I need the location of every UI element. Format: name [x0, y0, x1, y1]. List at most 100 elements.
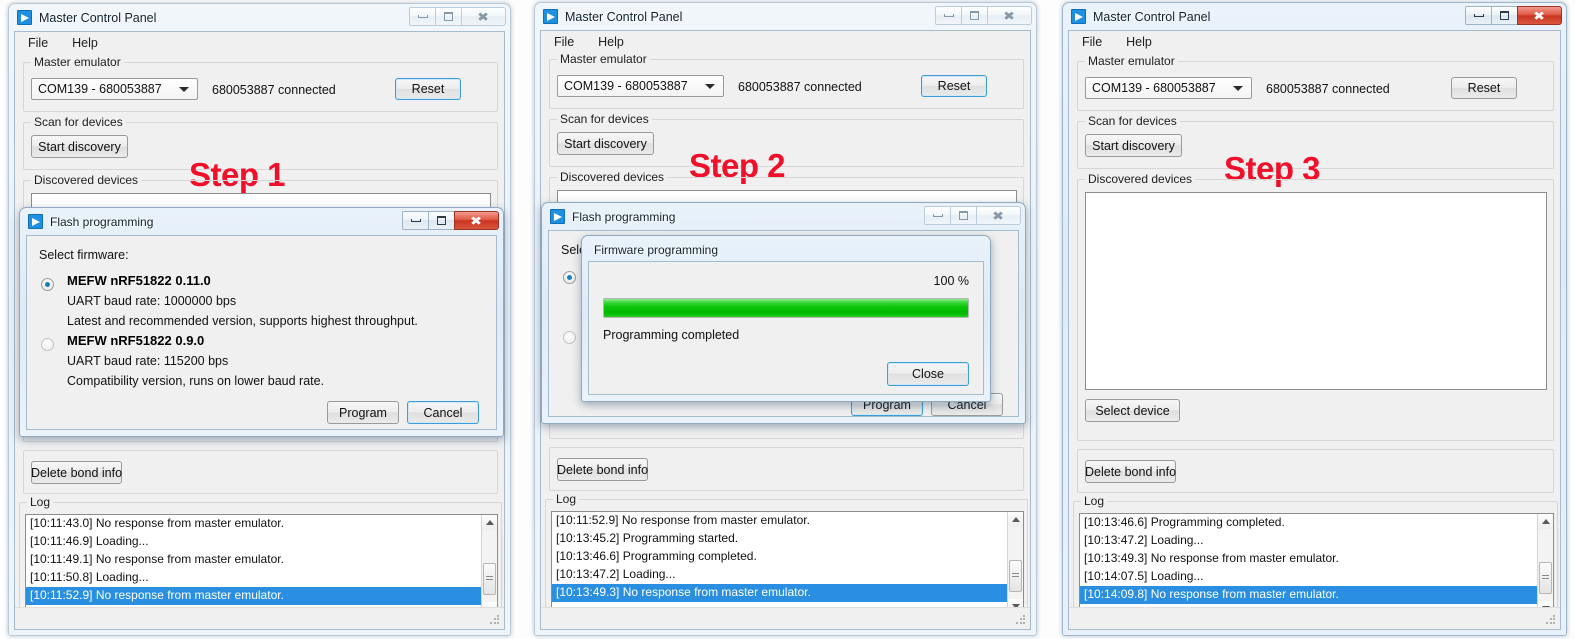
- menu-help[interactable]: Help: [69, 34, 101, 52]
- group-master-emulator-1: Master emulator COM139 - 680053887 68005…: [23, 55, 498, 112]
- connected-status-text: 680053887 connected: [738, 80, 862, 94]
- menu-file[interactable]: File: [551, 33, 577, 51]
- firmware-dialog-client: 100 % Programming completed Close: [588, 261, 984, 395]
- firmware-radio-0[interactable]: [41, 278, 54, 291]
- minimize-button[interactable]: [924, 206, 951, 225]
- scroll-up-icon[interactable]: [1538, 514, 1553, 529]
- log-row[interactable]: [10:11:52.9] No response from master emu…: [552, 512, 1023, 530]
- delete-bond-info-button[interactable]: Delete bond info: [1085, 460, 1176, 483]
- programming-status-text: Programming completed: [603, 328, 740, 342]
- log-list-1[interactable]: [10:11:43.0] No response from master emu…: [25, 514, 498, 618]
- log-row[interactable]: [10:13:46.6] Programming completed.: [552, 548, 1023, 566]
- com-port-combobox[interactable]: COM139 - 680053887: [31, 78, 198, 100]
- firmware-note-0: Latest and recommended version, supports…: [67, 314, 418, 328]
- log-row-selected[interactable]: [10:13:49.3] No response from master emu…: [552, 584, 1023, 602]
- menubar-1: File Help: [15, 32, 504, 54]
- master-control-panel-window-1[interactable]: Master Control Panel ✖ File Help Master …: [8, 3, 511, 636]
- log-row[interactable]: [10:13:45.2] Programming started.: [552, 530, 1023, 548]
- minimize-button[interactable]: [935, 6, 962, 25]
- discovered-devices-list-3[interactable]: [1085, 192, 1547, 390]
- maximize-button[interactable]: [961, 6, 988, 25]
- scroll-up-icon[interactable]: [1008, 512, 1023, 527]
- scrollbar-thumb[interactable]: [483, 563, 496, 595]
- close-button[interactable]: ✖: [461, 7, 506, 26]
- log-scrollbar-2[interactable]: [1007, 512, 1023, 614]
- log-row[interactable]: [10:13:47.2] Loading...: [1080, 532, 1553, 550]
- program-button[interactable]: Program: [327, 401, 399, 424]
- group-label-discovered: Discovered devices: [31, 173, 142, 187]
- log-row[interactable]: [10:13:47.2] Loading...: [552, 566, 1023, 584]
- start-discovery-button[interactable]: Start discovery: [1085, 134, 1182, 157]
- resize-grip-icon[interactable]: [1545, 614, 1557, 626]
- firmware-radio-0[interactable]: [563, 271, 576, 284]
- com-port-combobox[interactable]: COM139 - 680053887: [1085, 77, 1252, 99]
- log-scrollbar-1[interactable]: [481, 515, 497, 617]
- flash-programming-dialog-1[interactable]: Flash programming ✖ Select firmware: MEF…: [19, 207, 504, 437]
- client-area-3: File Help Master emulator COM139 - 68005…: [1068, 30, 1561, 630]
- menu-help[interactable]: Help: [1123, 33, 1155, 51]
- close-button[interactable]: ✖: [987, 6, 1032, 25]
- titlebar-3[interactable]: Master Control Panel ✖: [1063, 3, 1566, 30]
- log-list-3[interactable]: [10:13:46.6] Programming completed. [10:…: [1079, 513, 1554, 617]
- cancel-button[interactable]: Cancel: [407, 401, 479, 424]
- group-bond-3: Delete bond info: [1077, 449, 1554, 493]
- close-button[interactable]: ✖: [1517, 6, 1562, 25]
- maximize-button[interactable]: [1491, 6, 1518, 25]
- maximize-button[interactable]: [428, 211, 455, 230]
- flash-dialog-titlebar[interactable]: Flash programming ✖: [20, 208, 503, 235]
- flash-dialog-window-controls: ✖: [402, 211, 499, 230]
- start-discovery-button[interactable]: Start discovery: [557, 132, 654, 155]
- close-button[interactable]: ✖: [454, 211, 499, 230]
- group-label-log: Log: [553, 492, 580, 506]
- firmware-radio-1[interactable]: [41, 338, 54, 351]
- menu-help[interactable]: Help: [595, 33, 627, 51]
- log-row[interactable]: [10:11:46.9] Loading...: [26, 533, 497, 551]
- chevron-down-icon: [1233, 86, 1243, 91]
- log-row[interactable]: [10:11:43.0] No response from master emu…: [26, 515, 497, 533]
- menu-file[interactable]: File: [25, 34, 51, 52]
- delete-bond-info-button[interactable]: Delete bond info: [557, 458, 648, 481]
- menu-file[interactable]: File: [1079, 33, 1105, 51]
- close-button[interactable]: ✖: [976, 206, 1021, 225]
- log-row-selected[interactable]: [10:14:09.8] No response from master emu…: [1080, 586, 1553, 604]
- maximize-button[interactable]: [435, 7, 462, 26]
- titlebar-1[interactable]: Master Control Panel ✖: [9, 4, 510, 31]
- log-row[interactable]: [10:13:46.6] Programming completed.: [1080, 514, 1553, 532]
- log-row-selected[interactable]: [10:11:52.9] No response from master emu…: [26, 587, 497, 605]
- close-dialog-button[interactable]: Close: [887, 362, 969, 386]
- select-device-button[interactable]: Select device: [1085, 399, 1180, 422]
- firmware-programming-dialog[interactable]: Firmware programming 100 % Programming c…: [581, 235, 991, 402]
- group-label-master-emulator: Master emulator: [557, 52, 650, 66]
- log-list-2[interactable]: [10:11:52.9] No response from master emu…: [551, 511, 1024, 615]
- resize-grip-icon[interactable]: [489, 614, 501, 626]
- group-label-discovered: Discovered devices: [1085, 172, 1196, 186]
- master-control-panel-window-3[interactable]: Master Control Panel ✖ File Help Master …: [1062, 2, 1567, 636]
- resize-grip-icon[interactable]: [1015, 614, 1027, 626]
- master-control-panel-window-2[interactable]: Master Control Panel ✖ File Help Master …: [534, 2, 1037, 636]
- firmware-dialog-titlebar[interactable]: Firmware programming: [582, 236, 990, 263]
- nordic-app-icon: [1071, 9, 1086, 24]
- log-row[interactable]: [10:14:07.5] Loading...: [1080, 568, 1553, 586]
- reset-button[interactable]: Reset: [921, 75, 987, 97]
- log-row[interactable]: [10:13:49.3] No response from master emu…: [1080, 550, 1553, 568]
- minimize-button[interactable]: [1465, 6, 1492, 25]
- scrollbar-thumb[interactable]: [1539, 562, 1552, 594]
- reset-button[interactable]: Reset: [395, 78, 461, 100]
- firmware-radio-1[interactable]: [563, 331, 576, 344]
- scrollbar-thumb[interactable]: [1009, 560, 1022, 592]
- minimize-button[interactable]: [402, 211, 429, 230]
- titlebar-2[interactable]: Master Control Panel ✖: [535, 3, 1036, 30]
- menubar-2: File Help: [541, 31, 1030, 53]
- com-port-combobox[interactable]: COM139 - 680053887: [557, 75, 724, 97]
- window-title: Master Control Panel: [39, 10, 157, 25]
- delete-bond-info-button[interactable]: Delete bond info: [31, 461, 122, 484]
- reset-button[interactable]: Reset: [1451, 77, 1517, 99]
- log-row[interactable]: [10:11:50.8] Loading...: [26, 569, 497, 587]
- log-scrollbar-3[interactable]: [1537, 514, 1553, 616]
- minimize-button[interactable]: [409, 7, 436, 26]
- flash-dialog-titlebar[interactable]: Flash programming ✖: [542, 203, 1025, 230]
- log-row[interactable]: [10:11:49.1] No response from master emu…: [26, 551, 497, 569]
- scroll-up-icon[interactable]: [482, 515, 497, 530]
- maximize-button[interactable]: [950, 206, 977, 225]
- start-discovery-button[interactable]: Start discovery: [31, 135, 128, 158]
